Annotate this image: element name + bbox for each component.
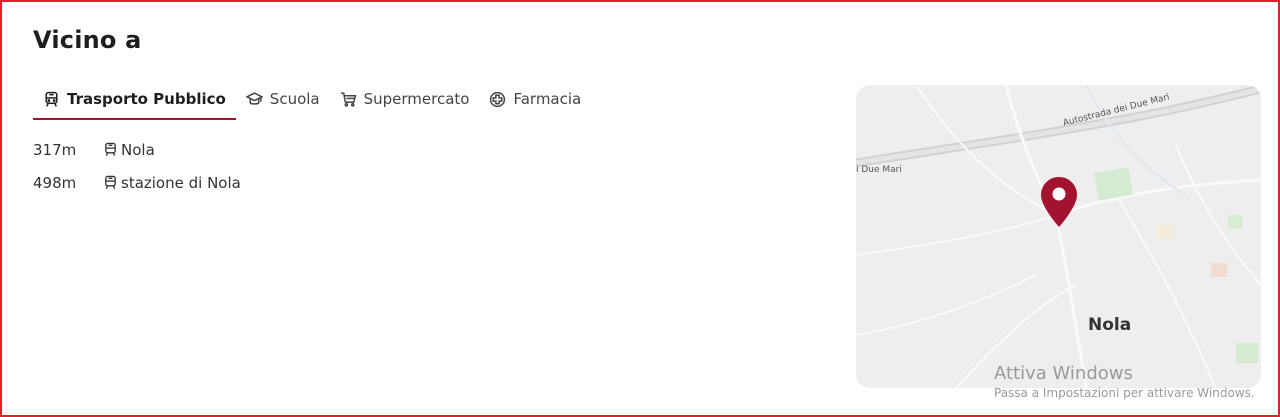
tab-public-transport[interactable]: Trasporto Pubblico: [33, 86, 236, 120]
tab-label: Farmacia: [513, 90, 582, 108]
map-city-label: Nola: [1088, 315, 1132, 335]
tab-label: Trasporto Pubblico: [67, 90, 226, 108]
place-name: Nola: [121, 140, 155, 159]
category-tabs: Trasporto Pubblico Scuola Supermercato F…: [33, 86, 591, 120]
nearby-places-list: 317m Nola 498m stazione di Nola: [33, 133, 241, 199]
graduation-cap-icon: [245, 91, 263, 105]
map-pin-icon[interactable]: [1039, 175, 1079, 231]
location-map[interactable]: Autostrada dei Due Mari i Due Mari Nola: [856, 85, 1261, 388]
pharmacy-cross-icon: [490, 91, 506, 107]
list-item[interactable]: 317m Nola: [33, 133, 241, 166]
place-name: stazione di Nola: [121, 173, 241, 192]
train-icon: [105, 175, 116, 189]
tab-label: Supermercato: [363, 90, 470, 108]
windows-activation-watermark: Attiva Windows Passa a Impostazioni per …: [994, 363, 1255, 400]
section-title: Vicino a: [33, 26, 142, 54]
watermark-title: Attiva Windows: [994, 363, 1133, 384]
tab-label: Scuola: [269, 90, 320, 108]
tab-pharmacy[interactable]: Farmacia: [479, 86, 591, 118]
map-road-label: i Due Mari: [856, 165, 902, 175]
watermark-subtitle: Passa a Impostazioni per attivare Window…: [994, 386, 1255, 400]
tab-supermarket[interactable]: Supermercato: [330, 86, 480, 118]
train-icon: [105, 142, 116, 156]
list-item[interactable]: 498m stazione di Nola: [33, 166, 241, 199]
train-icon: [45, 91, 58, 107]
tab-school[interactable]: Scuola: [236, 86, 330, 118]
shopping-cart-icon: [340, 91, 356, 107]
place-distance: 498m: [33, 173, 77, 192]
map-background: [856, 85, 1261, 388]
place-distance: 317m: [33, 140, 77, 159]
